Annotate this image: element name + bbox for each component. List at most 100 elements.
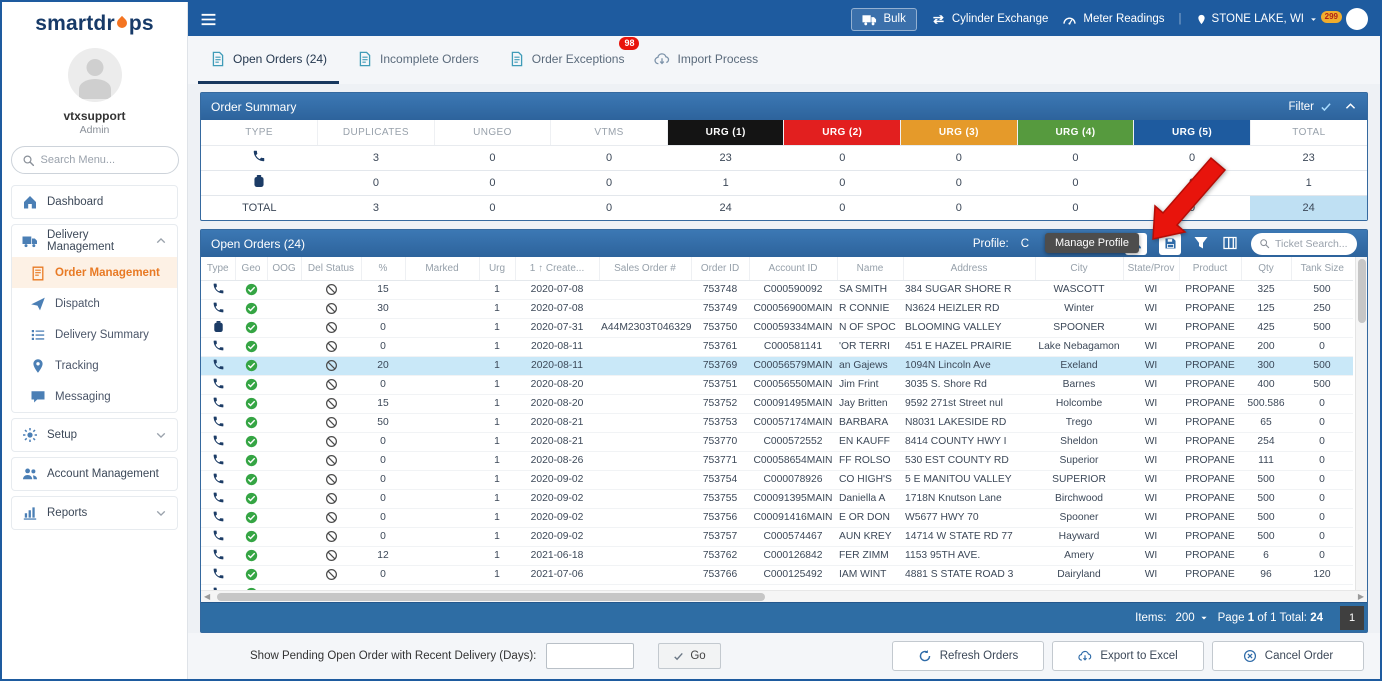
no-delivery-icon xyxy=(325,359,338,372)
order-row[interactable]: 0 1 2020-08-26 753771 C00058654MAIN FF R… xyxy=(201,451,1353,471)
orders-col-urg[interactable]: Urg xyxy=(478,257,515,281)
filter-toggle[interactable]: Filter xyxy=(1288,101,1332,113)
truck-icon xyxy=(22,233,38,249)
phone-icon xyxy=(212,396,225,409)
sidebar-item-account-management[interactable]: Account Management xyxy=(12,458,177,490)
go-button[interactable]: Go xyxy=(658,643,721,669)
order-row[interactable]: 50 1 2020-08-21 753753 C00057174MAIN BAR… xyxy=(201,413,1353,433)
orders-col-type[interactable]: Type xyxy=(201,257,235,281)
orders-col-product[interactable]: Product xyxy=(1178,257,1241,281)
page-number-button[interactable]: 1 xyxy=(1340,605,1364,630)
cloud-icon xyxy=(654,51,670,67)
horizontal-scrollbar[interactable]: ◀ ▶ xyxy=(201,590,1367,602)
location-selector[interactable]: STONE LAKE, WI xyxy=(1196,13,1318,25)
order-row[interactable]: 12 1 2021-06-18 753762 C000126842 FER ZI… xyxy=(201,546,1353,566)
order-row[interactable]: 0 1 2020-09-02 753757 C000574467 AUN KRE… xyxy=(201,527,1353,547)
order-row[interactable]: 0 1 2020-08-20 753751 C00056550MAIN Jim … xyxy=(201,375,1353,395)
no-delivery-icon xyxy=(325,321,338,334)
gear-icon xyxy=(22,427,38,443)
topbar-meter-readings-button[interactable]: Meter Readings xyxy=(1062,12,1165,27)
horizontal-scrollbar-thumb[interactable] xyxy=(217,593,765,601)
topbar-cylinder-exchange-button[interactable]: Cylinder Exchange xyxy=(931,12,1048,27)
sidebar-item-dispatch[interactable]: Dispatch xyxy=(12,288,177,319)
order-row[interactable]: 0 1 2020-09-02 753754 C000078926 CO HIGH… xyxy=(201,470,1353,490)
orders-col-state-prov[interactable]: State/Prov xyxy=(1122,257,1179,281)
order-row[interactable]: 0 1 2020-08-11 753761 C000581141 'OR TER… xyxy=(201,337,1353,357)
orders-col-oog[interactable]: OOG xyxy=(266,257,301,281)
vertical-scrollbar[interactable] xyxy=(1355,257,1367,590)
vertical-scrollbar-thumb[interactable] xyxy=(1358,259,1366,323)
tab-open-orders-24[interactable]: Open Orders (24) xyxy=(198,36,340,84)
orders-col-geo[interactable]: Geo xyxy=(234,257,267,281)
sidebar-item-delivery-summary[interactable]: Delivery Summary xyxy=(12,319,177,350)
summary-col-vtms: VTMS xyxy=(550,120,668,146)
summary-row: 000100001 xyxy=(201,169,1367,195)
tab-order-exceptions[interactable]: Order Exceptions 98 xyxy=(497,36,640,84)
search-menu-input[interactable] xyxy=(40,154,163,166)
user-role: Admin xyxy=(79,124,110,136)
refresh-orders-button[interactable]: Refresh Orders xyxy=(892,641,1044,671)
order-row[interactable]: 15 1 2020-07-08 753748 C000590092 SA SMI… xyxy=(201,280,1353,300)
sidebar-section-dashboard: Dashboard xyxy=(11,185,178,219)
chevron-icon xyxy=(155,507,167,519)
open-orders-table: Type Geo OOG Del Status% Marked Urg 1 ↑ Create… xyxy=(201,257,1353,590)
sidebar-item-setup[interactable]: Setup xyxy=(12,419,177,451)
clipboard-icon xyxy=(30,265,46,281)
orders-col-qty[interactable]: Qty xyxy=(1240,257,1291,281)
orders-col-del-status[interactable]: Del Status xyxy=(300,257,361,281)
collapse-panel-icon[interactable] xyxy=(1344,100,1357,113)
geo-check-icon xyxy=(245,473,258,486)
no-delivery-icon xyxy=(325,302,338,315)
order-row[interactable]: 0 1 2021-07-06 753766 C000125492 IAM WIN… xyxy=(201,565,1353,585)
order-row[interactable]: 15 1 2020-08-20 753752 C00091495MAIN Jay… xyxy=(201,394,1353,414)
phone-icon xyxy=(212,510,225,523)
order-row[interactable]: 0 1 2020-09-02 753756 C00091416MAIN E OR… xyxy=(201,508,1353,528)
orders-col-name[interactable]: Name xyxy=(836,257,903,281)
filter-funnel-button[interactable] xyxy=(1193,235,1210,252)
topbar-bulk-button[interactable]: Bulk xyxy=(851,7,917,31)
sidebar-item-tracking[interactable]: Tracking xyxy=(12,350,177,381)
no-delivery-icon xyxy=(325,378,338,391)
filter-check-icon xyxy=(1320,101,1332,113)
sidebar-item-messaging[interactable]: Messaging xyxy=(12,381,177,412)
scroll-right-icon[interactable]: ▶ xyxy=(1358,592,1364,601)
order-row[interactable]: 30 1 2020-07-08 753749 C00056900MAIN R C… xyxy=(201,299,1353,319)
profile-label: Profile: xyxy=(972,237,1009,250)
save-profile-button[interactable] xyxy=(1159,232,1181,255)
order-row[interactable]: 20 1 2020-08-11 753769 C00056579MAIN an … xyxy=(201,356,1353,376)
export-to-excel-button[interactable]: Export to Excel xyxy=(1052,641,1204,671)
scroll-left-icon[interactable]: ◀ xyxy=(204,592,210,601)
sidebar-item-dashboard[interactable]: Dashboard xyxy=(12,186,177,218)
orders-col-order-id[interactable]: Order ID xyxy=(690,257,749,281)
no-delivery-icon xyxy=(325,530,338,543)
ticket-search-input[interactable] xyxy=(1275,237,1349,250)
pending-days-input[interactable] xyxy=(546,643,635,669)
summary-col-urg-3: URG (3) xyxy=(900,120,1018,146)
sidebar-item-order-management[interactable]: Order Management xyxy=(12,257,177,288)
orders-col-marked[interactable]: Marked xyxy=(404,257,479,281)
order-row[interactable]: 0 1 2020-07-31 A44M2303T046329 753750 C0… xyxy=(201,318,1353,338)
order-row[interactable]: 0 1 2020-09-02 753755 C00091395MAIN Dani… xyxy=(201,489,1353,509)
open-orders-title: Open Orders (24) xyxy=(211,236,306,251)
orders-col-[interactable]: % xyxy=(360,257,405,281)
orders-col-sales-order[interactable]: Sales Order # xyxy=(598,257,691,281)
orders-col-1-create[interactable]: 1 ↑ Create... xyxy=(514,257,599,281)
menu-toggle-icon[interactable] xyxy=(200,11,217,28)
column-settings-button[interactable] xyxy=(1222,235,1239,252)
orders-col-account-id[interactable]: Account ID xyxy=(748,257,837,281)
tab-incomplete-orders[interactable]: Incomplete Orders xyxy=(345,36,491,84)
orders-col-tank-size[interactable]: Tank Size xyxy=(1290,257,1353,281)
topbar-avatar[interactable] xyxy=(1346,8,1368,30)
items-per-page-select[interactable]: 200 xyxy=(1175,612,1208,624)
pagination-bar: Items: 200 Page 1 of 1 Total: 24 1 xyxy=(201,602,1367,632)
ticket-search xyxy=(1251,232,1357,255)
sidebar-search xyxy=(10,146,179,174)
cancel-order-button[interactable]: Cancel Order xyxy=(1212,641,1364,671)
sidebar-item-reports[interactable]: Reports xyxy=(12,497,177,529)
order-row[interactable]: 0 1 2020-08-21 753770 C000572552 EN KAUF… xyxy=(201,432,1353,452)
orders-col-city[interactable]: City xyxy=(1034,257,1123,281)
tab-import-process[interactable]: Import Process xyxy=(642,36,770,84)
doc-icon xyxy=(509,51,525,67)
sidebar-item-delivery-management[interactable]: Delivery Management xyxy=(12,225,177,257)
orders-col-address[interactable]: Address xyxy=(902,257,1035,281)
